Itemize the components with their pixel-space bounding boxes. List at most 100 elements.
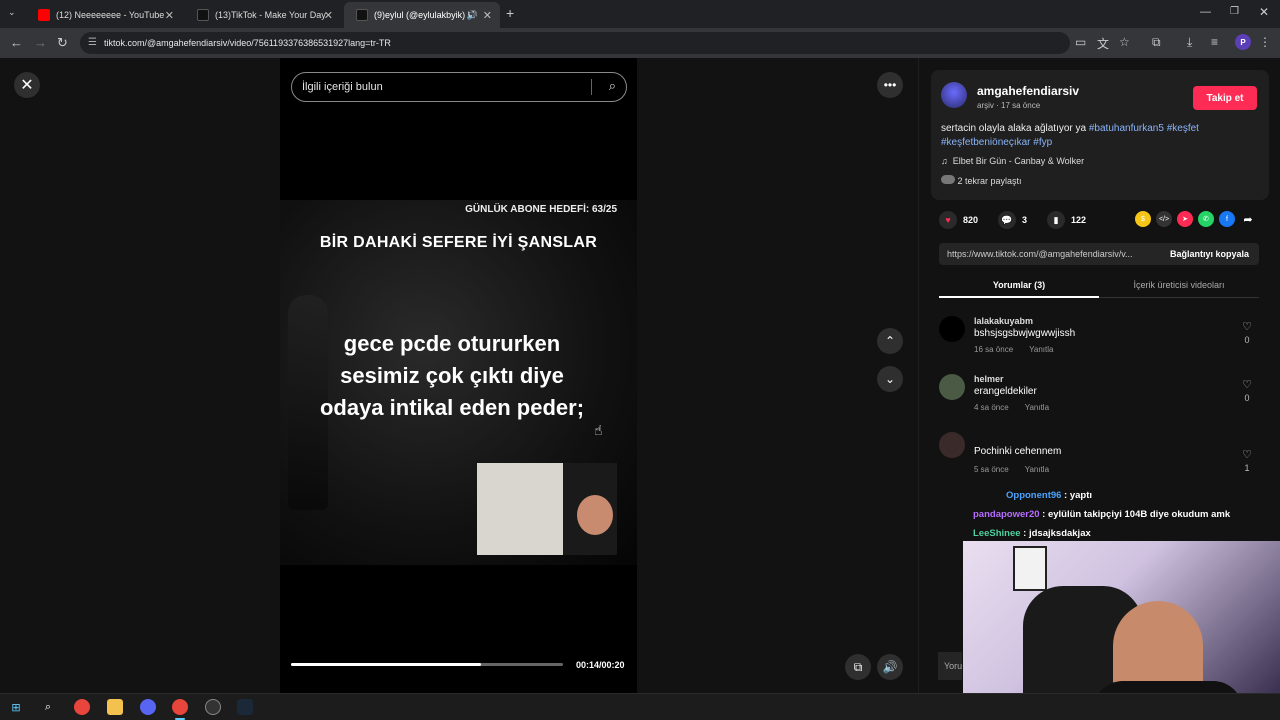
caption-line: odaya intikal eden peder; — [319, 395, 585, 420]
tab-title: (12) Neeeeeeee - YouTube — [56, 10, 165, 20]
audio-icon[interactable]: 🔊 — [467, 10, 478, 21]
search-icon[interactable]: ⌕ — [40, 699, 56, 715]
profile-avatar[interactable]: P — [1235, 34, 1251, 50]
bookmark-icon[interactable]: ▮ — [1047, 211, 1066, 229]
mouse-cursor-icon: ☝ — [594, 422, 603, 438]
music-row[interactable]: ♫ Elbet Bir Gün - Canbay & Wolker — [941, 156, 1084, 166]
bookmark-star-icon[interactable]: ☆ — [1119, 35, 1130, 49]
heart-icon[interactable]: ♥ — [939, 211, 957, 229]
creator-avatar[interactable] — [941, 82, 967, 108]
tab-close-icon[interactable]: ✕ — [483, 9, 492, 22]
hashtag-link[interactable]: #keşfet — [1167, 123, 1199, 134]
close-video-button[interactable]: ✕ — [14, 72, 40, 98]
site-info-icon[interactable]: ☰ — [88, 37, 97, 48]
previous-video-icon[interactable]: ⌃ — [877, 328, 903, 354]
tab-youtube[interactable]: (12) Neeeeeeee - YouTube ✕ — [26, 2, 182, 28]
tab-comments[interactable]: Yorumlar (3) — [939, 280, 1099, 298]
discord-icon[interactable] — [140, 699, 156, 715]
reload-icon[interactable]: ↻ — [57, 35, 68, 51]
comment-like[interactable]: ♡ 0 — [1235, 378, 1259, 403]
window-close-icon[interactable]: ✕ — [1259, 5, 1269, 19]
tab-close-icon[interactable]: ✕ — [165, 9, 174, 22]
like-count: 820 — [963, 215, 979, 225]
commenter-name[interactable]: helmer — [974, 374, 1004, 384]
facebook-icon[interactable]: f — [1219, 211, 1235, 227]
tab-eylul[interactable]: (9)eylul (@eylulakbyik) | Tik 🔊 ✕ — [344, 2, 500, 28]
back-icon[interactable]: ← — [10, 35, 23, 50]
chrome-icon[interactable] — [74, 699, 90, 715]
tab-search-icon[interactable]: ⌄ — [8, 7, 16, 18]
volume-icon[interactable]: 🔊 — [877, 654, 903, 680]
share-arrow-icon[interactable]: ➦ — [1240, 211, 1256, 227]
engagement-stats: ♥ 820 💬 3 ▮ 122 — [939, 211, 1086, 229]
comment-text: erangeldekiler — [974, 386, 1037, 397]
file-explorer-icon[interactable] — [107, 699, 123, 715]
restore-icon[interactable]: ❐ — [1230, 6, 1239, 17]
hashtag-link[interactable]: #keşfetbeniöneçıkar — [941, 137, 1031, 148]
embed-icon[interactable]: </> — [1156, 211, 1172, 227]
heart-outline-icon: ♡ — [1242, 449, 1252, 461]
reply-button[interactable]: Yanıtla — [1025, 465, 1049, 474]
tab-creator-videos[interactable]: İçerik üreticisi videoları — [1099, 280, 1259, 290]
chrome-active-icon[interactable] — [172, 699, 188, 720]
tab-title: (13)TikTok - Make Your Day — [215, 10, 326, 20]
embedded-webcam — [477, 463, 617, 555]
video-player[interactable]: İlgili içeriği bulun ⌕ GÜNLÜK ABONE HEDE… — [280, 58, 637, 693]
minimize-icon[interactable]: — — [1200, 6, 1211, 18]
download-icon[interactable]: ⤓ — [1187, 35, 1192, 50]
hashtag-link[interactable]: #fyp — [1033, 137, 1052, 148]
commenter-avatar[interactable] — [939, 432, 965, 458]
related-search-input[interactable]: İlgili içeriği bulun ⌕ — [291, 72, 627, 102]
video-info-card: amgahefendiarsiv arşiv · 17 sa önce Taki… — [931, 70, 1269, 200]
comment-time: 4 sa önce — [974, 403, 1009, 412]
hashtag-link[interactable]: #batuhanfurkan5 — [1089, 123, 1164, 134]
whatsapp-icon[interactable]: ✆ — [1198, 211, 1214, 227]
video-progress-bar[interactable] — [291, 663, 563, 666]
repost-avatars-icon — [941, 175, 955, 184]
chat-message: pandapower20 : eylülün takipçiyi 104B di… — [958, 509, 1268, 528]
comment-text: bshsjsgsbwjwgwwjissh — [974, 328, 1076, 339]
creator-username[interactable]: amgahefendiarsiv — [977, 84, 1079, 98]
new-tab-icon[interactable]: + — [506, 5, 514, 21]
forward-icon[interactable]: → — [34, 35, 47, 50]
comment-like[interactable]: ♡ 1 — [1235, 448, 1259, 473]
commenter-avatar[interactable] — [939, 374, 965, 400]
windows-start-icon[interactable]: ⊞ — [8, 699, 24, 715]
commenter-avatar[interactable] — [939, 316, 965, 342]
tab-close-icon[interactable]: ✕ — [324, 9, 333, 22]
steam-icon[interactable] — [237, 699, 253, 715]
follow-button[interactable]: Takip et — [1193, 86, 1257, 110]
luck-text: BİR DAHAKİ SEFERE İYİ ŞANSLAR — [319, 234, 598, 251]
comment-input[interactable]: Yoru — [938, 652, 962, 680]
caption-line: sesimiz çok çıktı diye — [340, 363, 564, 388]
coin-icon[interactable]: $ — [1135, 211, 1151, 227]
tab-tiktok[interactable]: (13)TikTok - Make Your Day ✕ — [185, 2, 341, 28]
comment-item: lalakakuyabm bshsjsgsbwjwgwwjissh 16 sa … — [939, 316, 1259, 366]
caption-line: gece pcde otururken — [343, 331, 561, 356]
comment-count: 3 — [1022, 215, 1028, 225]
more-options-icon[interactable]: ••• — [877, 72, 903, 98]
next-video-icon[interactable]: ⌄ — [877, 366, 903, 392]
menu-icon[interactable]: ⋮ — [1259, 35, 1271, 49]
media-icon[interactable]: ≡ — [1211, 35, 1218, 49]
obs-icon[interactable] — [205, 699, 221, 715]
comment-meta: 16 sa önce Yanıtla — [974, 345, 1053, 354]
reply-button[interactable]: Yanıtla — [1029, 345, 1053, 354]
extensions-icon[interactable]: ⧉ — [1152, 35, 1161, 50]
video-link-box[interactable]: https://www.tiktok.com/@amgahefendiarsiv… — [939, 243, 1259, 265]
send-icon[interactable]: ➤ — [1177, 211, 1193, 227]
comment-like[interactable]: ♡ 0 — [1235, 320, 1259, 345]
chat-username: pandapower20 — [973, 509, 1040, 520]
pip-icon[interactable]: ⧉ — [845, 654, 871, 680]
copy-link-button[interactable]: Bağlantıyı kopyala — [1170, 249, 1249, 259]
cast-icon[interactable]: ▭ — [1075, 35, 1086, 49]
comment-icon[interactable]: 💬 — [998, 211, 1017, 229]
search-icon[interactable]: ⌕ — [609, 78, 616, 94]
commenter-name[interactable]: lalakakuyabm — [974, 316, 1033, 326]
youtube-icon — [38, 9, 50, 21]
tab-title: (9)eylul (@eylulakbyik) | Tik — [374, 10, 474, 20]
repost-row[interactable]: 2 tekrar paylaştı — [941, 175, 1022, 186]
translate-icon[interactable]: 文 — [1097, 35, 1109, 52]
url-field[interactable]: ☰ tiktok.com/@amgahefendiarsiv/video/756… — [80, 32, 1070, 54]
reply-button[interactable]: Yanıtla — [1025, 403, 1049, 412]
